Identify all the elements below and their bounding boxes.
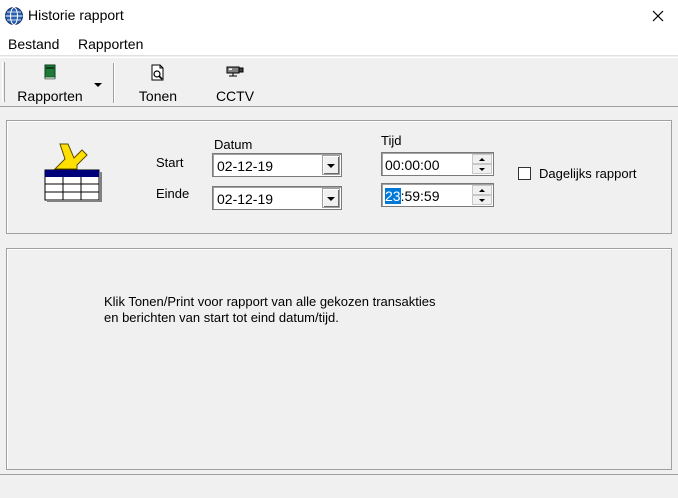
start-date-combo[interactable]: 02-12-19: [212, 153, 342, 177]
chevron-down-icon[interactable]: [322, 188, 340, 208]
menu-bestand[interactable]: Bestand: [8, 36, 59, 52]
start-date-value: 02-12-19: [217, 158, 274, 174]
rapporten-toolbar-button[interactable]: Rapporten: [12, 62, 102, 104]
end-time-selected-hours: 23: [385, 188, 401, 204]
start-label: Start: [156, 155, 184, 170]
daily-report-label[interactable]: Dagelijks rapport: [539, 166, 637, 181]
daily-report-checkbox[interactable]: [518, 167, 531, 180]
start-time-value: 00:00:00: [385, 157, 440, 173]
window-title: Historie rapport: [28, 7, 124, 23]
einde-label: Einde: [156, 186, 190, 201]
spin-down-icon[interactable]: [472, 164, 492, 174]
spin-down-icon[interactable]: [472, 195, 492, 205]
close-button[interactable]: [645, 4, 671, 28]
toolbar-separator: [113, 63, 115, 103]
report-icon: [44, 142, 102, 205]
tonen-button[interactable]: Tonen: [134, 62, 182, 104]
end-time-rest: :59:59: [400, 188, 440, 204]
date-range-panel: Datum Tijd Start Einde 02-12-19 02-12-19…: [6, 120, 672, 234]
globe-icon: [4, 6, 24, 26]
status-bar: [0, 474, 678, 498]
tijd-label: Tijd: [381, 133, 402, 148]
menu-bar: Bestand Rapporten: [0, 32, 678, 56]
cctv-label: CCTV: [215, 88, 255, 104]
end-date-combo[interactable]: 02-12-19: [212, 186, 342, 210]
chevron-down-icon[interactable]: [94, 83, 102, 87]
report-info-panel: Klik Tonen/Print voor rapport van alle g…: [6, 248, 672, 470]
spin-up-icon[interactable]: [472, 185, 492, 195]
menu-rapporten[interactable]: Rapporten: [78, 36, 143, 52]
cctv-button[interactable]: CCTV: [211, 62, 259, 104]
print-preview-icon: [150, 64, 166, 85]
start-time-spinner[interactable]: 00:00:00: [381, 152, 494, 176]
chevron-down-icon[interactable]: [322, 155, 340, 175]
toolbar-grip[interactable]: [2, 62, 5, 102]
info-message: Klik Tonen/Print voor rapport van alle g…: [104, 294, 436, 325]
close-icon: [652, 10, 664, 22]
book-icon: [43, 64, 57, 83]
end-time-spinner[interactable]: 23:59:59: [381, 183, 494, 207]
datum-label: Datum: [214, 137, 253, 152]
rapporten-toolbar-label: Rapporten: [17, 88, 83, 104]
camera-icon: [224, 64, 246, 81]
spin-up-icon[interactable]: [472, 154, 492, 164]
tonen-label: Tonen: [138, 88, 178, 104]
end-date-value: 02-12-19: [217, 191, 274, 207]
end-time-value: 23:59:59: [385, 188, 440, 204]
title-bar: Historie rapport: [0, 0, 678, 32]
toolbar: Rapporten Tonen CCTV: [0, 57, 678, 107]
